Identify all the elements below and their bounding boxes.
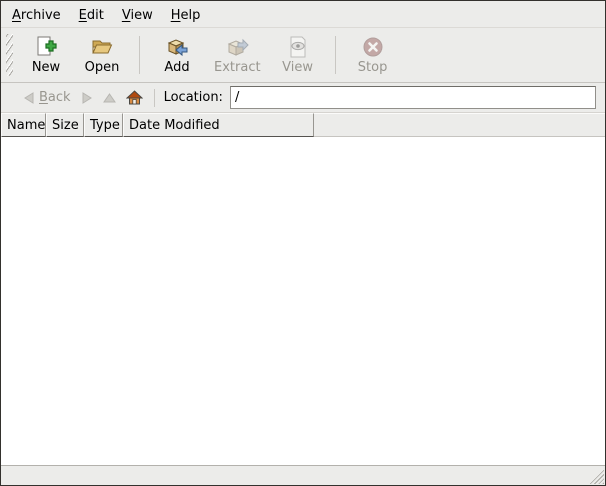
view-file-icon	[286, 35, 310, 59]
back-button-label: Back	[39, 90, 71, 105]
forward-icon	[81, 92, 93, 104]
back-icon	[23, 92, 35, 104]
column-header-filler	[314, 113, 605, 137]
new-archive-button[interactable]: New	[18, 31, 74, 79]
column-header-name[interactable]: Name	[1, 113, 46, 137]
toolbar-button-label: Stop	[358, 60, 388, 75]
file-list-header: Name Size Type Date Modified	[1, 113, 605, 137]
stop-button: Stop	[345, 31, 401, 79]
file-list-area[interactable]	[1, 137, 605, 465]
open-archive-icon	[90, 35, 114, 59]
extract-button: Extract	[205, 31, 270, 79]
location-input[interactable]	[230, 86, 596, 109]
menu-archive[interactable]: Archive	[3, 5, 70, 26]
location-bar: Back Location:	[1, 83, 605, 113]
open-archive-button[interactable]: Open	[74, 31, 130, 79]
status-bar	[1, 465, 605, 485]
new-archive-icon	[34, 35, 58, 59]
up-button	[98, 90, 121, 106]
navbar-separator	[154, 89, 155, 107]
column-header-size[interactable]: Size	[46, 113, 84, 137]
toolbar-button-label: View	[282, 60, 313, 75]
resize-grip[interactable]	[589, 469, 604, 484]
add-files-button[interactable]: Add	[149, 31, 205, 79]
menu-view[interactable]: View	[113, 5, 162, 26]
extract-icon	[225, 35, 249, 59]
toolbar-grip-handle[interactable]	[6, 34, 13, 76]
toolbar-separator	[335, 36, 336, 74]
menu-bar: Archive Edit View Help	[1, 1, 605, 27]
main-toolbar: New Open Add	[1, 27, 605, 83]
forward-button	[76, 90, 98, 106]
menu-edit[interactable]: Edit	[70, 5, 113, 26]
back-button: Back	[18, 88, 76, 107]
toolbar-separator	[139, 36, 140, 74]
view-file-button: View	[270, 31, 326, 79]
toolbar-button-label: New	[32, 60, 60, 75]
toolbar-button-label: Extract	[214, 60, 261, 75]
up-icon	[103, 92, 116, 104]
add-files-icon	[165, 35, 189, 59]
stop-icon	[361, 35, 385, 59]
column-header-date-modified[interactable]: Date Modified	[123, 113, 314, 137]
menu-help[interactable]: Help	[162, 5, 210, 26]
archive-manager-window: Archive Edit View Help New Open	[0, 0, 606, 486]
column-header-type[interactable]: Type	[84, 113, 123, 137]
toolbar-button-label: Add	[164, 60, 189, 75]
home-icon	[126, 90, 143, 106]
home-button[interactable]	[121, 88, 148, 108]
location-label: Location:	[164, 90, 223, 105]
toolbar-button-label: Open	[85, 60, 120, 75]
